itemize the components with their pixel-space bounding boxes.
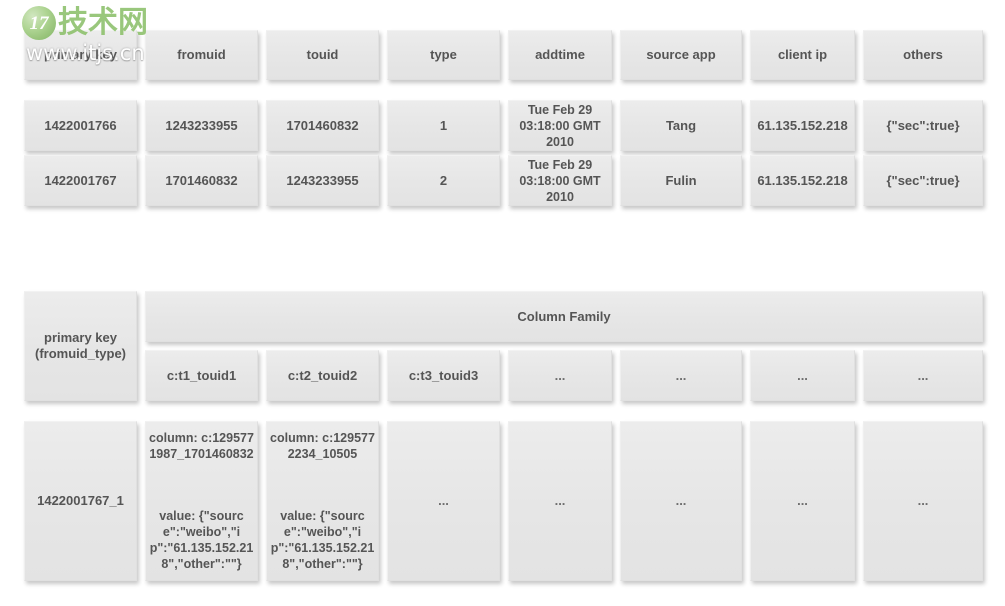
- table-row: 1: [387, 100, 500, 151]
- row-key-cell: 1422001767_1: [24, 421, 137, 581]
- hbase-cell-column: column: c:1295771987_1701460832: [149, 431, 254, 461]
- table-row: Tue Feb 29 03:18:00 GMT 2010: [508, 100, 612, 151]
- hbase-cell-2: column: c:1295772234_10505 value: {"sour…: [266, 421, 379, 581]
- hbase-cell-5: ...: [620, 421, 742, 581]
- hbase-cell-1: column: c:1295771987_1701460832 value: {…: [145, 421, 258, 581]
- table-row: 1701460832: [145, 155, 258, 206]
- header-cell-column-family: Column Family: [145, 291, 983, 342]
- header-cell-others: others: [863, 30, 983, 80]
- table-row: {"sec":true}: [863, 155, 983, 206]
- header-cell-source-app: source app: [620, 30, 742, 80]
- hbase-cell-value: value: {"source":"weibo","ip":"61.135.15…: [270, 509, 375, 571]
- header-cell-qualifier-7: ...: [863, 350, 983, 401]
- header-cell-type: type: [387, 30, 500, 80]
- table-row: 1243233955: [266, 155, 379, 206]
- hbase-cell-4: ...: [508, 421, 612, 581]
- header-cell-qualifier-3: c:t3_touid3: [387, 350, 500, 401]
- diagram-canvas: primary key fromuid touid type addtime s…: [0, 0, 1005, 606]
- header-cell-row-key: primary key (fromuid_type): [24, 291, 137, 401]
- table-row: 2: [387, 155, 500, 206]
- hbase-cell-value: value: {"source":"weibo","ip":"61.135.15…: [149, 509, 254, 571]
- table-row: 1243233955: [145, 100, 258, 151]
- hbase-cell-column: column: c:1295772234_10505: [270, 431, 375, 461]
- header-cell-qualifier-5: ...: [620, 350, 742, 401]
- header-cell-qualifier-4: ...: [508, 350, 612, 401]
- header-cell-addtime: addtime: [508, 30, 612, 80]
- table-row: 1422001767: [24, 155, 137, 206]
- header-cell-fromuid: fromuid: [145, 30, 258, 80]
- table-row: 61.135.152.218: [750, 155, 855, 206]
- table-row: 1701460832: [266, 100, 379, 151]
- hbase-cell-3: ...: [387, 421, 500, 581]
- table-row: Tang: [620, 100, 742, 151]
- hbase-cell-6: ...: [750, 421, 855, 581]
- header-cell-qualifier-1: c:t1_touid1: [145, 350, 258, 401]
- header-cell-client-ip: client ip: [750, 30, 855, 80]
- hbase-cell-7: ...: [863, 421, 983, 581]
- header-cell-touid: touid: [266, 30, 379, 80]
- header-cell-qualifier-2: c:t2_touid2: [266, 350, 379, 401]
- table-row: Fulin: [620, 155, 742, 206]
- table-row: Tue Feb 29 03:18:00 GMT 2010: [508, 155, 612, 206]
- header-cell-primary-key: primary key: [24, 30, 137, 80]
- table-row: 1422001766: [24, 100, 137, 151]
- table-row: {"sec":true}: [863, 100, 983, 151]
- header-cell-qualifier-6: ...: [750, 350, 855, 401]
- table-row: 61.135.152.218: [750, 100, 855, 151]
